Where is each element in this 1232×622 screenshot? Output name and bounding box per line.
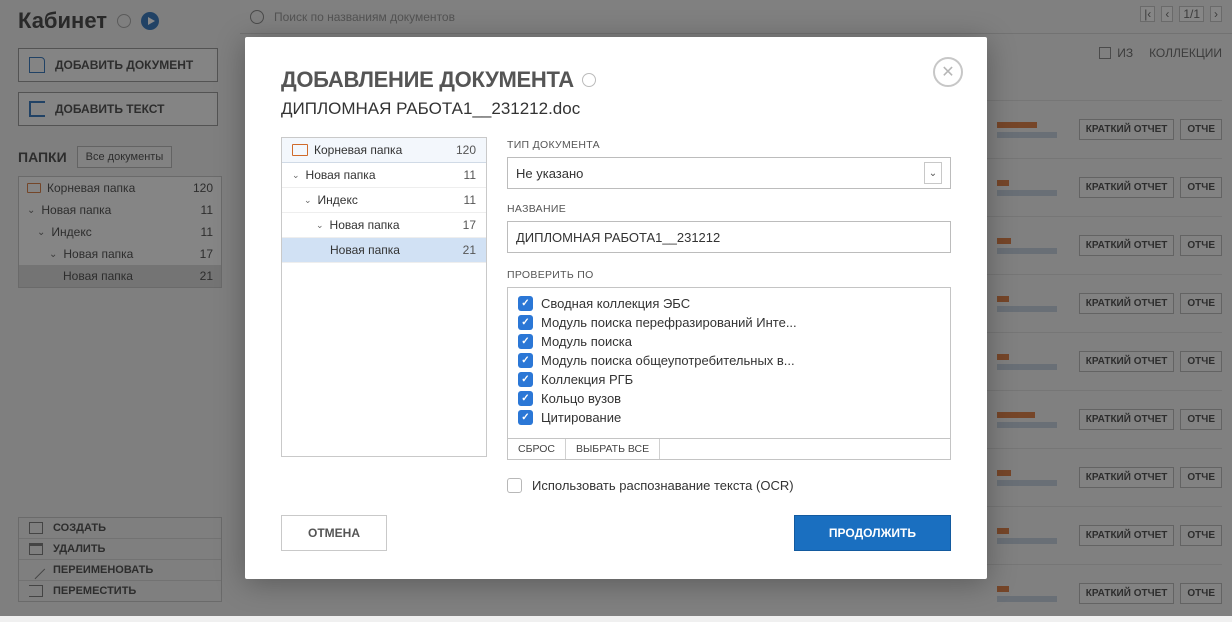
chevron-down-icon: ⌄ xyxy=(924,162,942,184)
ocr-checkbox[interactable] xyxy=(507,478,522,493)
doc-type-select[interactable]: Не указано ⌄ xyxy=(507,157,951,189)
select-all-button[interactable]: ВЫБРАТЬ ВСЕ xyxy=(566,439,660,459)
cancel-button[interactable]: ОТМЕНА xyxy=(281,515,387,551)
continue-button[interactable]: ПРОДОЛЖИТЬ xyxy=(794,515,951,551)
checkbox-checked-icon[interactable] xyxy=(518,410,533,425)
check-module-item[interactable]: Модуль поиска перефразирований Инте... xyxy=(518,313,940,332)
check-modules-list[interactable]: Сводная коллекция ЭБС Модуль поиска пере… xyxy=(507,287,951,439)
check-module-item[interactable]: Кольцо вузов xyxy=(518,389,940,408)
folder-count: 21 xyxy=(463,243,476,257)
doc-type-value: Не указано xyxy=(516,166,583,181)
tree-root-item[interactable]: Корневая папка 120 xyxy=(282,138,486,163)
modal-folder-tree: Корневая папка 120 ⌄Новая папка 11 ⌄Инде… xyxy=(281,137,487,457)
checkbox-checked-icon[interactable] xyxy=(518,391,533,406)
chevron-down-icon[interactable]: ⌄ xyxy=(316,220,324,231)
checkbox-checked-icon[interactable] xyxy=(518,334,533,349)
close-icon: ✕ xyxy=(941,62,954,82)
modal-overlay: ✕ ДОБАВЛЕНИЕ ДОКУМЕНТА ДИПЛОМНАЯ РАБОТА1… xyxy=(0,0,1232,616)
modal-title: ДОБАВЛЕНИЕ ДОКУМЕНТА xyxy=(281,67,574,93)
folder-count: 11 xyxy=(464,168,476,182)
folder-icon xyxy=(292,144,308,156)
checkbox-checked-icon[interactable] xyxy=(518,296,533,311)
chevron-down-icon[interactable]: ⌄ xyxy=(292,170,300,181)
name-label: НАЗВАНИЕ xyxy=(507,203,951,215)
ocr-label: Использовать распознавание текста (OCR) xyxy=(532,478,794,493)
tree-item[interactable]: ⌄Индекс 11 xyxy=(282,188,486,213)
check-module-item[interactable]: Цитирование xyxy=(518,408,940,427)
checkbox-checked-icon[interactable] xyxy=(518,315,533,330)
checkbox-checked-icon[interactable] xyxy=(518,372,533,387)
checkbox-checked-icon[interactable] xyxy=(518,353,533,368)
modal-filename: ДИПЛОМНАЯ РАБОТА1__231212.doc xyxy=(281,99,951,119)
folder-count: 11 xyxy=(464,193,476,207)
add-document-modal: ✕ ДОБАВЛЕНИЕ ДОКУМЕНТА ДИПЛОМНАЯ РАБОТА1… xyxy=(245,37,987,579)
check-label: ПРОВЕРИТЬ ПО xyxy=(507,269,951,281)
chevron-down-icon[interactable]: ⌄ xyxy=(304,195,312,206)
check-module-item[interactable]: Модуль поиска xyxy=(518,332,940,351)
help-icon[interactable] xyxy=(582,73,596,87)
document-name-input[interactable] xyxy=(507,221,951,253)
check-module-item[interactable]: Коллекция РГБ xyxy=(518,370,940,389)
tree-item[interactable]: ⌄Новая папка 11 xyxy=(282,163,486,188)
doc-type-label: ТИП ДОКУМЕНТА xyxy=(507,139,951,151)
folder-count: 120 xyxy=(456,143,476,157)
tree-item[interactable]: ⌄Новая папка 17 xyxy=(282,213,486,238)
close-button[interactable]: ✕ xyxy=(933,57,963,87)
check-module-item[interactable]: Сводная коллекция ЭБС xyxy=(518,294,940,313)
reset-button[interactable]: СБРОС xyxy=(508,439,566,459)
check-module-item[interactable]: Модуль поиска общеупотребительных в... xyxy=(518,351,940,370)
tree-item-selected[interactable]: Новая папка 21 xyxy=(282,238,486,263)
folder-count: 17 xyxy=(463,218,476,232)
